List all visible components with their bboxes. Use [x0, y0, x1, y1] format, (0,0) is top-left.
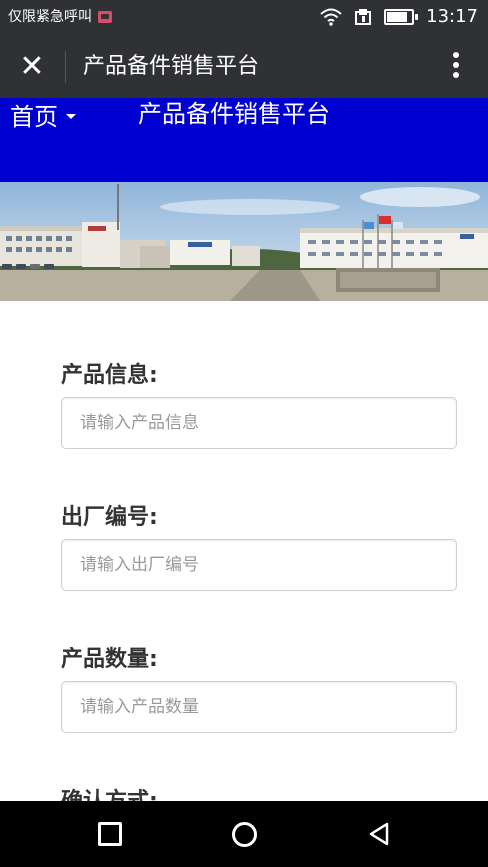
- home-icon[interactable]: [232, 822, 257, 847]
- factory-illustration: [0, 182, 488, 301]
- system-nav-bar: [0, 801, 488, 867]
- more-vertical-icon: [453, 52, 459, 58]
- home-label: 首页: [10, 102, 58, 131]
- app-bar: ✕ 产品备件销售平台: [0, 36, 488, 98]
- chevron-down-icon: [66, 113, 76, 119]
- sim-card-icon: [355, 8, 372, 25]
- product-info-label: 产品信息:: [61, 363, 158, 388]
- nav-bar: 首页 产品备件销售平台: [0, 98, 488, 182]
- product-info-input[interactable]: [61, 397, 457, 449]
- more-button[interactable]: [450, 52, 462, 82]
- recent-apps-icon[interactable]: [98, 822, 122, 846]
- nav-title: 产品备件销售平台: [138, 100, 330, 128]
- app-title: 产品备件销售平台: [83, 54, 260, 79]
- sim-icon: [98, 11, 112, 23]
- quantity-input[interactable]: [61, 681, 457, 733]
- quantity-label: 产品数量:: [61, 647, 158, 672]
- status-bar: 仅限紧急呼叫 13:17: [0, 0, 488, 36]
- home-dropdown[interactable]: 首页: [10, 98, 76, 131]
- factory-number-label: 出厂编号:: [61, 505, 158, 530]
- wifi-icon: [320, 8, 342, 26]
- battery-icon: [384, 8, 419, 25]
- close-button[interactable]: ✕: [16, 51, 48, 83]
- carrier-text: 仅限紧急呼叫: [8, 9, 92, 25]
- app-bar-divider: [65, 51, 66, 83]
- close-icon: ✕: [19, 49, 45, 84]
- factory-banner-image: [0, 182, 488, 301]
- order-form: 产品信息: 出厂编号: 产品数量: 确认方式:: [0, 301, 488, 814]
- status-right: 13:17: [320, 6, 478, 27]
- status-left: 仅限紧急呼叫: [8, 7, 112, 27]
- factory-number-input[interactable]: [61, 539, 457, 591]
- status-time: 13:17: [426, 6, 478, 27]
- back-icon[interactable]: [367, 822, 391, 846]
